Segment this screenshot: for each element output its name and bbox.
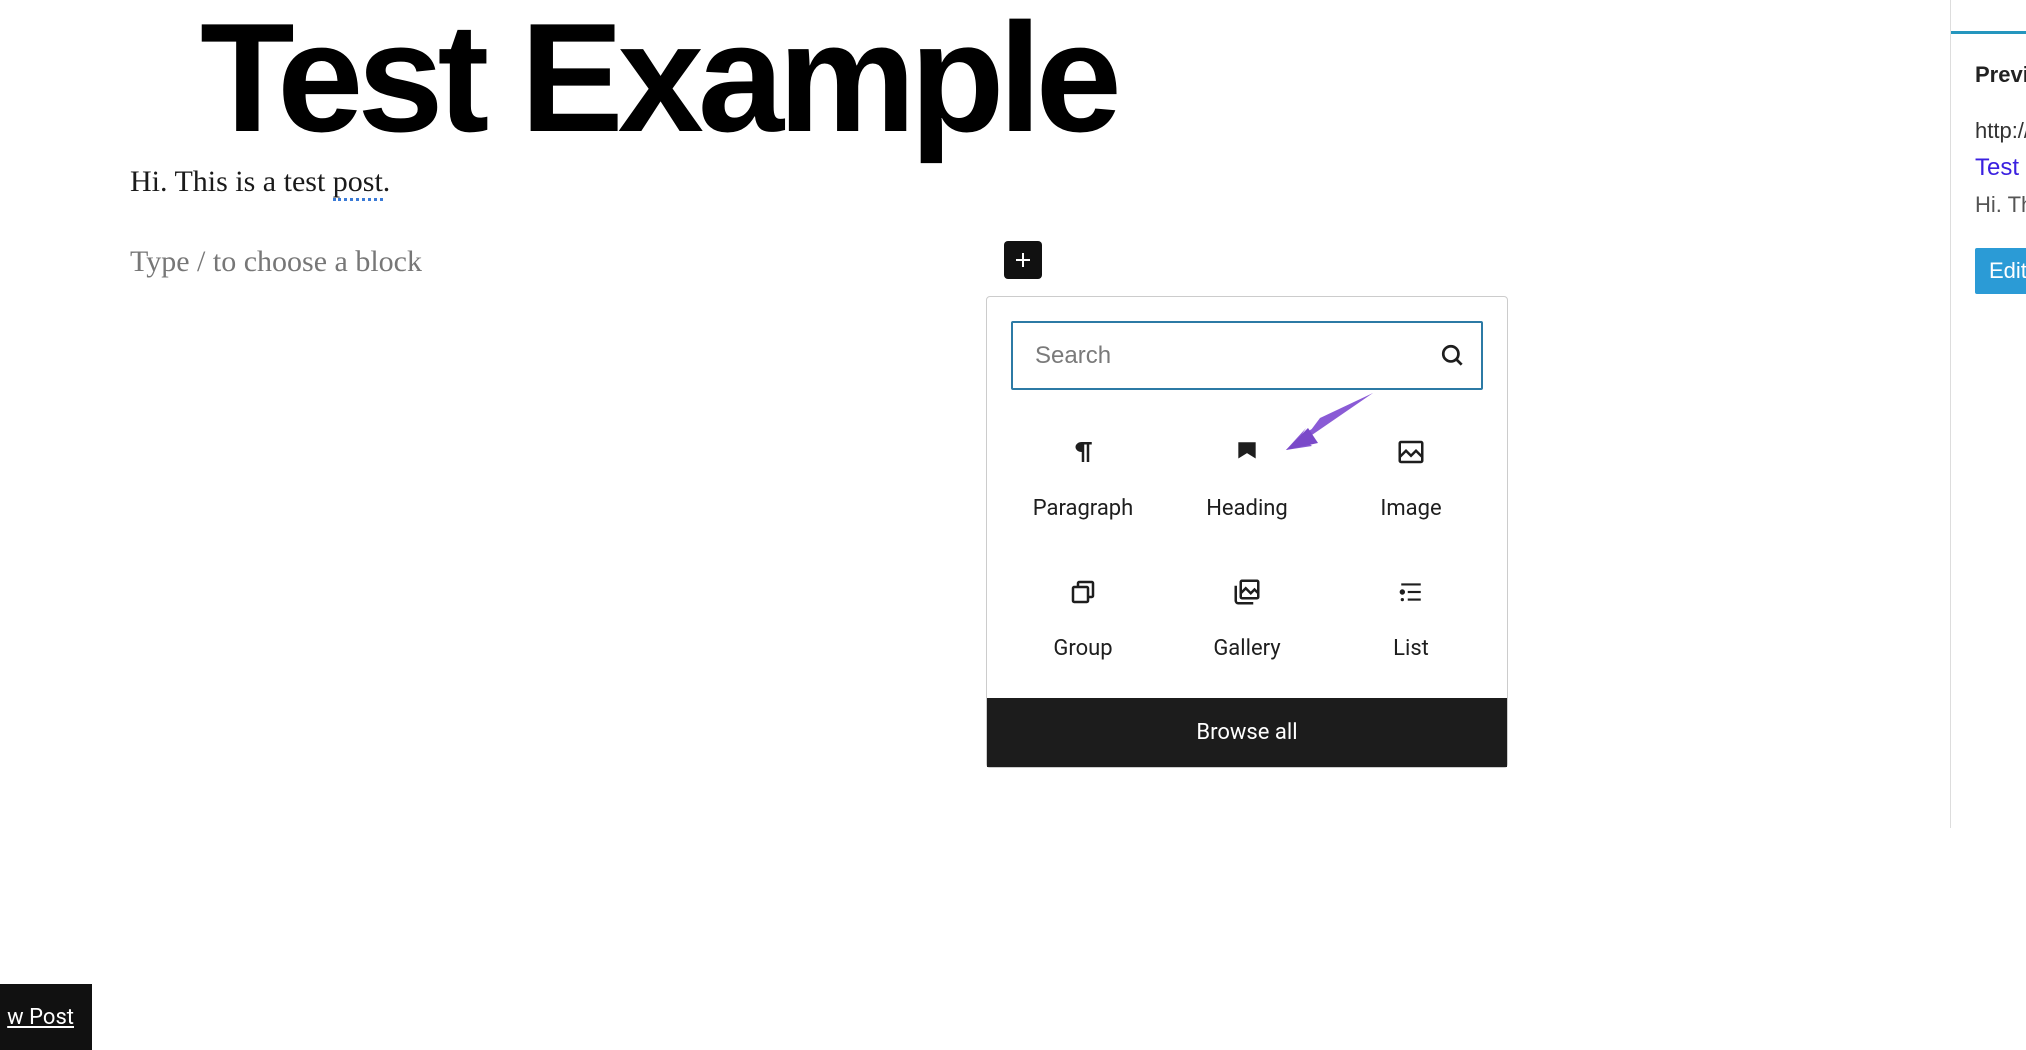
block-label: Image [1380, 496, 1441, 521]
edit-button[interactable]: Edit [1975, 248, 2026, 294]
block-inserter-popover: Paragraph Heading Image Group Gallery [986, 296, 1508, 768]
body-text-suffix: . [383, 165, 391, 198]
search-icon [1425, 343, 1481, 369]
add-block-button[interactable] [1004, 241, 1042, 279]
preview-url: http:// [1975, 118, 2026, 144]
block-gallery[interactable]: Gallery [1165, 550, 1329, 680]
view-post-snackbar[interactable]: w Post [0, 984, 92, 1050]
browse-all-button[interactable]: Browse all [987, 698, 1507, 767]
body-text: Hi. This is a test [130, 165, 333, 198]
block-search-field[interactable] [1011, 321, 1483, 390]
spellcheck-word[interactable]: post [333, 165, 383, 201]
post-content-paragraph[interactable]: Hi. This is a test post. [130, 165, 390, 199]
sidebar-tab-active[interactable] [1951, 0, 2026, 34]
plus-icon [1011, 248, 1035, 272]
block-search-input[interactable] [1013, 342, 1425, 370]
preview-excerpt: Hi. Th [1975, 192, 2026, 218]
preview-title-link[interactable]: Test [1975, 154, 2026, 182]
gallery-icon [1232, 570, 1262, 614]
paragraph-icon [1068, 430, 1098, 474]
block-group[interactable]: Group [1001, 550, 1165, 680]
block-list[interactable]: List [1329, 550, 1493, 680]
block-label: List [1393, 636, 1429, 661]
block-label: Heading [1206, 496, 1288, 521]
block-label: Group [1053, 636, 1112, 661]
preview-label: Previ [1975, 62, 2026, 88]
block-paragraph[interactable]: Paragraph [1001, 410, 1165, 540]
list-icon [1396, 570, 1426, 614]
post-title[interactable]: Test Example [200, 0, 1116, 155]
block-image[interactable]: Image [1329, 410, 1493, 540]
heading-icon [1234, 430, 1260, 474]
block-label: Gallery [1213, 636, 1280, 661]
view-post-link[interactable]: w Post [7, 1005, 74, 1030]
empty-block-prompt[interactable]: Type / to choose a block [130, 245, 422, 279]
group-icon [1068, 570, 1098, 614]
image-icon [1395, 430, 1427, 474]
block-label: Paragraph [1033, 496, 1134, 521]
settings-sidebar: Previ http:// Test Hi. Th Edit [1950, 0, 2026, 828]
block-heading[interactable]: Heading [1165, 410, 1329, 540]
